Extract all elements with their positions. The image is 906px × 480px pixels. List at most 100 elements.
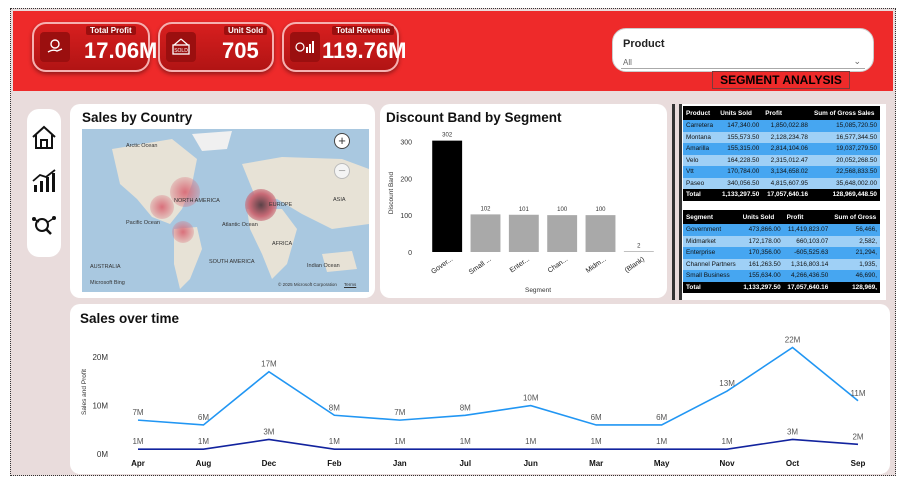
y-tick-label: 0 (408, 250, 412, 257)
money-hand-icon (40, 32, 70, 62)
table-cell: 3,134,658.02 (762, 166, 811, 178)
x-tick-label: May (654, 459, 670, 468)
x-tick-label: Dec (262, 459, 277, 468)
bar-data-label: 2 (637, 243, 641, 249)
table-cell: Carretera (683, 120, 718, 132)
table-cell: Montana (683, 131, 718, 143)
column-header[interactable]: Product (683, 106, 718, 120)
table-cell: 161,263.50 (739, 258, 784, 270)
table-row[interactable]: Carretera 147,340.00 1,850,022.88 15,085,72… (683, 120, 880, 132)
segment-analysis-button[interactable]: SEGMENT ANALYSIS (712, 71, 850, 89)
sold-sign-icon: SOLD (166, 32, 196, 62)
table-cell: 1,935, (831, 258, 880, 270)
table-cell: 46,690, (831, 270, 880, 282)
map-label: AUSTRALIA (90, 264, 121, 270)
table-cell: -605,525.63 (783, 247, 832, 259)
point-data-label: 1M (591, 437, 602, 446)
table-row[interactable]: Montana 155,573.50 2,128,234.78 16,577,344.… (683, 131, 880, 143)
table-cell: 2,315,012.47 (762, 154, 811, 166)
x-tick-label: (Blank) (624, 256, 646, 274)
chevron-down-icon[interactable]: ⌄ (853, 56, 861, 67)
sales-hotspot-mexico (172, 221, 194, 243)
chart-icon[interactable] (30, 167, 58, 195)
point-data-label: 3M (263, 427, 274, 436)
sales-over-time-chart: 0M 10M 20M Sales and Profit Apr Aug Dec Feb Jan J… (81, 336, 866, 468)
point-data-label: 3M (787, 427, 798, 436)
map-copyright: © 2025 Microsoft Corporation (278, 282, 337, 287)
table-cell: 19,037,279.50 (811, 143, 880, 155)
kpi-value: 17.06M (84, 38, 158, 63)
table-row[interactable]: Amarilla 155,315.00 2,814,104.06 19,037,279… (683, 143, 880, 155)
table-row[interactable]: Channel Partners 161,263.50 1,316,803.14 1,… (683, 258, 880, 270)
table-row[interactable]: Velo 164,228.50 2,315,012.47 20,052,268.50 (683, 154, 880, 166)
table-cell: 21,294, (831, 247, 880, 259)
point-data-label: 1M (132, 437, 143, 446)
map-label: ASIA (333, 197, 346, 203)
x-tick-label: Apr (131, 459, 145, 468)
table-cell: Vtt (683, 166, 718, 178)
column-header[interactable]: Profit (762, 106, 811, 120)
kpi-label: Unit Sold (224, 26, 268, 35)
kpi-total-revenue: Total Revenue 119.76M (282, 22, 406, 72)
table-cell: 170,784.00 (717, 166, 763, 178)
map-label: EUROPE (269, 202, 293, 208)
x-axis-title: Segment (525, 287, 551, 294)
table-row[interactable]: Paseo 340,056.50 4,815,607.95 35,648,002.00 (683, 177, 880, 189)
y-tick-label: 300 (400, 139, 412, 146)
table-cell: 35,648,002.00 (811, 177, 880, 189)
nav-panel (27, 109, 61, 257)
column-header[interactable]: Sum of Gross (831, 210, 880, 224)
table-cell: 1,850,022.88 (762, 120, 811, 132)
table-cell: 22,568,833.50 (811, 166, 880, 178)
table-cell: 170,356.00 (739, 247, 784, 259)
table-cell: 128,969,448.50 (811, 189, 880, 201)
bar-chart-title: Discount Band by Segment (386, 110, 562, 125)
product-table: Product Units Sold Profit Sum of Gross S… (683, 106, 880, 201)
table-cell: 2,814,104.06 (762, 143, 811, 155)
bar (432, 140, 463, 252)
x-tick-label: Sep (851, 459, 866, 468)
series-line (137, 346, 859, 426)
series-line (138, 438, 859, 450)
product-slicer[interactable]: Product All ⌄ (612, 28, 874, 72)
point-data-label: 13M (719, 379, 735, 388)
x-tick-label: Mar (589, 459, 603, 468)
map-label: SOUTH AMERICA (209, 259, 255, 265)
x-tick-label: Midm... (585, 256, 608, 275)
sales-map[interactable]: Arctic Ocean NORTH AMERICA EUROPE ASIA P… (82, 129, 369, 292)
zoom-out-button[interactable]: − (334, 163, 350, 179)
table-cell: 1,316,803.14 (783, 258, 832, 270)
column-header[interactable]: Sum of Gross Sales (811, 106, 880, 120)
map-terms-link[interactable]: Terms (344, 282, 356, 287)
table-cell: 15,085,720.50 (811, 120, 880, 132)
revenue-chart-icon (290, 32, 320, 62)
svg-text:SOLD: SOLD (174, 48, 188, 54)
bar (585, 215, 616, 252)
kpi-unit-sold: SOLD Unit Sold 705 (158, 22, 274, 72)
point-data-label: 11M (851, 389, 866, 398)
bar (508, 214, 539, 252)
home-icon[interactable] (30, 123, 58, 151)
table-row[interactable]: Government 473,866.00 11,419,823.07 56,466, (683, 224, 880, 236)
column-header[interactable]: Units Sold (717, 106, 763, 120)
y-axis-title: Discount Band (388, 171, 395, 214)
table-row[interactable]: Small Business 155,634.00 4,266,436.50 46,6… (683, 270, 880, 282)
column-header[interactable]: Profit (783, 210, 832, 224)
zoom-in-button[interactable]: + (334, 133, 350, 149)
point-data-label: 17M (261, 360, 277, 369)
kpi-label: Total Revenue (332, 26, 395, 35)
table-cell: 340,056.50 (717, 177, 763, 189)
table-row[interactable]: Vtt 170,784.00 3,134,658.02 22,568,833.50 (683, 166, 880, 178)
table-cell: 147,340.00 (717, 120, 763, 132)
x-tick-label: Oct (786, 459, 800, 468)
y-tick-label: 10M (92, 402, 108, 411)
discount-band-chart: 0 100 200 300 302 Gover... 102 Small ... 101 Ente… (388, 133, 654, 294)
slicer-underline (621, 68, 865, 69)
table-cell: Small Business (683, 270, 740, 282)
analysis-icon[interactable] (30, 211, 58, 239)
column-header[interactable]: Units Sold (739, 210, 784, 224)
column-header[interactable]: Segment (683, 210, 740, 224)
table-row[interactable]: Midmarket 172,178.00 660,103.07 2,582, (683, 235, 880, 247)
map-label: NORTH AMERICA (174, 198, 220, 204)
table-row[interactable]: Enterprise 170,356.00 -605,525.63 21,294, (683, 247, 880, 259)
